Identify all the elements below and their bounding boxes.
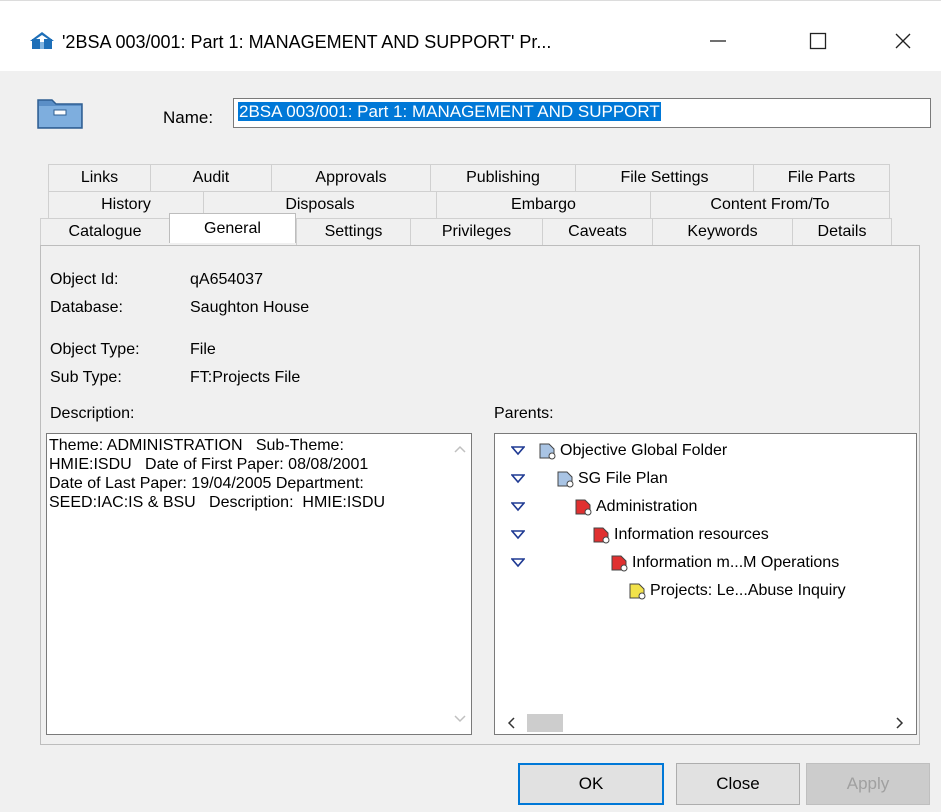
tab-approvals[interactable]: Approvals	[271, 164, 430, 191]
properties-dialog: '2BSA 003/001: Part 1: MANAGEMENT AND SU…	[0, 0, 941, 812]
folder-node-icon	[539, 443, 556, 460]
tab-publishing[interactable]: Publishing	[430, 164, 575, 191]
tree-item-label: Projects: Le...Abuse Inquiry	[650, 582, 846, 599]
folder-node-icon	[557, 471, 574, 488]
database-label: Database:	[50, 299, 123, 316]
tab-file-settings[interactable]: File Settings	[575, 164, 753, 191]
folder-node-icon	[593, 527, 610, 544]
tree-item-label: Information resources	[614, 526, 769, 543]
minimize-button[interactable]	[695, 23, 741, 59]
expanded-triangle-icon[interactable]	[511, 530, 525, 540]
tree-item[interactable]: Administration	[511, 496, 697, 518]
tree-item-label: Administration	[596, 498, 698, 515]
sub-type-label: Sub Type:	[50, 369, 122, 386]
name-label: Name:	[163, 108, 214, 127]
tree-item-label: SG File Plan	[578, 470, 668, 487]
tree-item[interactable]: Projects: Le...Abuse Inquiry	[511, 580, 846, 602]
parents-tree[interactable]: Objective Global Folder SG File Plan Adm…	[494, 433, 917, 735]
minimize-icon	[710, 40, 726, 42]
folder-node-icon	[629, 583, 646, 600]
scroll-left-icon[interactable]	[501, 712, 523, 734]
description-label: Description:	[50, 405, 135, 422]
sub-type-value: FT:Projects File	[190, 369, 301, 386]
maximize-icon	[809, 32, 827, 50]
folder-node-icon	[575, 499, 592, 516]
apply-button[interactable]: Apply	[806, 763, 930, 805]
scrollbar-thumb[interactable]	[527, 714, 563, 732]
tab-row-3: Catalogue General Settings Privileges Ca…	[40, 213, 892, 245]
maximize-button[interactable]	[795, 23, 841, 59]
object-type-value: File	[190, 341, 216, 358]
object-type-label: Object Type:	[50, 341, 140, 358]
tab-links[interactable]: Links	[48, 164, 150, 191]
scroll-up-icon[interactable]	[449, 438, 471, 460]
tree-item[interactable]: Objective Global Folder	[511, 440, 727, 462]
tab-content-from-to[interactable]: Content From/To	[650, 191, 890, 218]
database-value: Saughton House	[190, 299, 310, 316]
description-scrollbar[interactable]	[449, 434, 471, 734]
tab-keywords[interactable]: Keywords	[652, 218, 792, 245]
expanded-triangle-icon[interactable]	[511, 502, 525, 512]
tree-item[interactable]: SG File Plan	[511, 468, 668, 490]
object-id-value: qA654037	[190, 271, 263, 288]
file-folder-icon	[37, 99, 83, 129]
tab-embargo[interactable]: Embargo	[436, 191, 650, 218]
name-input[interactable]: 2BSA 003/001: Part 1: MANAGEMENT AND SUP…	[233, 98, 931, 128]
tab-caveats[interactable]: Caveats	[542, 218, 652, 245]
tree-item[interactable]: Information m...M Operations	[511, 552, 839, 574]
tab-row-1: Links Audit Approvals Publishing File Se…	[48, 164, 890, 191]
tree-item-label: Information m...M Operations	[632, 554, 840, 571]
tab-details[interactable]: Details	[792, 218, 892, 245]
window-title: '2BSA 003/001: Part 1: MANAGEMENT AND SU…	[62, 32, 552, 52]
tab-audit[interactable]: Audit	[150, 164, 271, 191]
tab-file-parts[interactable]: File Parts	[753, 164, 890, 191]
expanded-triangle-icon[interactable]	[511, 474, 525, 484]
close-icon	[895, 33, 911, 49]
close-window-button[interactable]	[880, 23, 926, 59]
tree-item-label: Objective Global Folder	[560, 442, 728, 459]
expanded-triangle-icon[interactable]	[511, 446, 525, 456]
ok-button[interactable]: OK	[518, 763, 664, 805]
tab-settings[interactable]: Settings	[296, 218, 410, 245]
tab-general[interactable]: General	[169, 213, 296, 243]
name-input-value: 2BSA 003/001: Part 1: MANAGEMENT AND SUP…	[238, 102, 661, 121]
tree-item[interactable]: Information resources	[511, 524, 769, 546]
close-button[interactable]: Close	[676, 763, 800, 805]
app-icon	[30, 32, 54, 49]
scroll-right-icon[interactable]	[888, 712, 910, 734]
tab-privileges[interactable]: Privileges	[410, 218, 542, 245]
object-id-label: Object Id:	[50, 271, 119, 288]
parents-horizontal-scrollbar[interactable]	[495, 712, 916, 734]
description-text: Theme: ADMINISTRATION Sub-Theme: HMIE:IS…	[49, 437, 386, 511]
tab-catalogue[interactable]: Catalogue	[40, 218, 169, 245]
folder-node-icon	[611, 555, 628, 572]
expanded-triangle-icon[interactable]	[511, 558, 525, 568]
scroll-down-icon[interactable]	[449, 708, 471, 730]
parents-label: Parents:	[494, 405, 554, 422]
title-bar[interactable]: '2BSA 003/001: Part 1: MANAGEMENT AND SU…	[0, 1, 941, 71]
description-textarea[interactable]: Theme: ADMINISTRATION Sub-Theme: HMIE:IS…	[46, 433, 472, 735]
